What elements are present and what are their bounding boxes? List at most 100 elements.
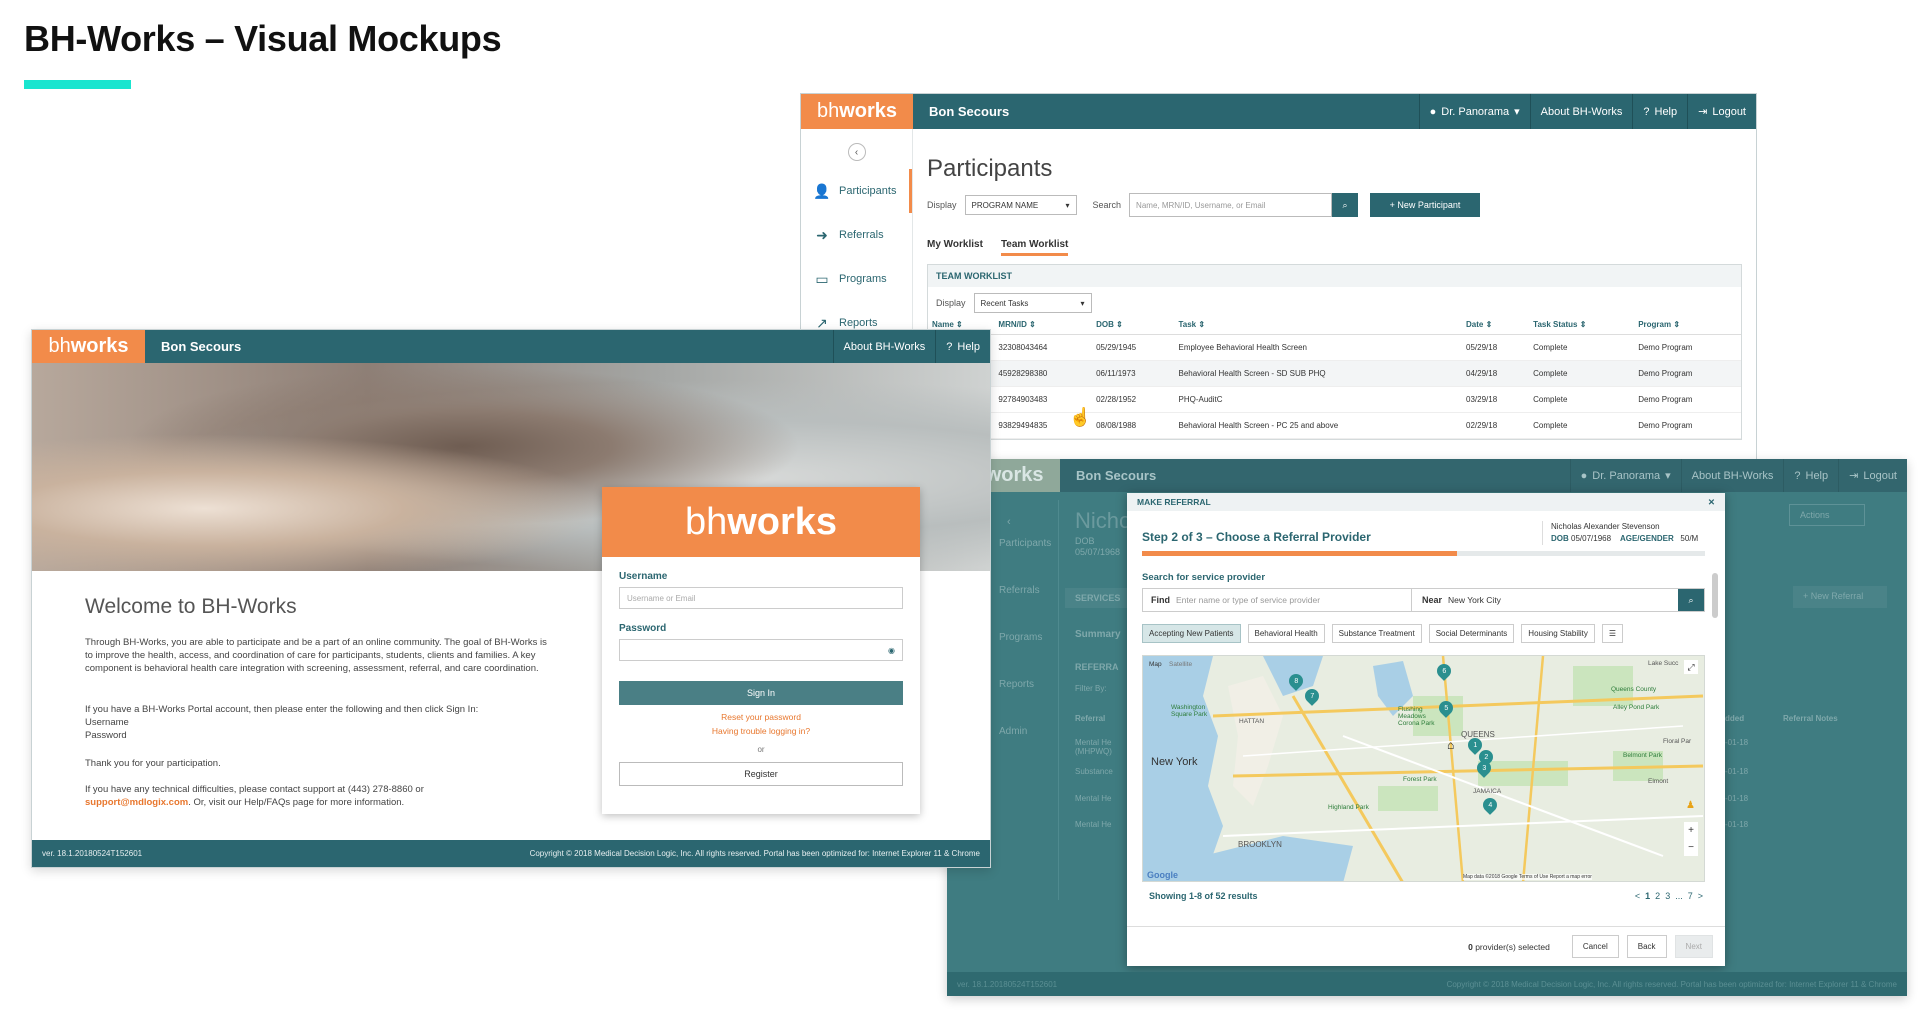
sidebar-item-participants[interactable]: 👤 Participants [801, 169, 912, 213]
caret-down-icon: ▾ [1665, 470, 1671, 482]
table-row[interactable]: nuel9278490348302/28/1952PHQ-AuditC03/29… [928, 386, 1741, 413]
help-link[interactable]: ? Help [1783, 459, 1838, 492]
dob-label: DOB [1075, 536, 1095, 546]
bhworks-logo[interactable]: bhworks [32, 330, 145, 363]
help-link[interactable]: ? Help [1632, 94, 1687, 129]
table-row[interactable]: cholas4592829838006/11/1973Behavioral He… [928, 360, 1741, 387]
close-icon[interactable]: ✕ [1708, 497, 1715, 508]
map-tab-satellite[interactable]: Satellite [1169, 661, 1192, 668]
filter-social-determinants[interactable]: Social Determinants [1428, 624, 1515, 643]
help-icon: ? [1643, 105, 1650, 118]
next-page[interactable]: > [1698, 891, 1703, 901]
column-header[interactable]: MRN/ID ⇕ [994, 315, 1093, 335]
cancel-button[interactable]: Cancel [1571, 935, 1619, 958]
zoom-in-icon[interactable]: + [1688, 825, 1694, 836]
help-link[interactable]: ? Help [935, 330, 990, 363]
next-button[interactable]: Next [1674, 935, 1713, 958]
page-7[interactable]: 7 [1688, 891, 1693, 901]
page-2[interactable]: 2 [1655, 891, 1660, 901]
list-item[interactable]: Substance [1075, 767, 1113, 776]
eye-slash-icon[interactable]: ◉ [888, 646, 895, 655]
sidebar-item-reports[interactable]: Reports [999, 679, 1058, 690]
map-tab-map[interactable]: Map [1149, 661, 1162, 668]
search-icon[interactable]: ⌕ [1678, 589, 1704, 611]
list-item[interactable]: Mental He [1075, 794, 1111, 803]
scrollbar[interactable] [1712, 573, 1718, 618]
near-input[interactable]: New York City [1448, 595, 1678, 605]
sidebar-item-admin[interactable]: Admin [999, 726, 1058, 737]
user-menu[interactable]: ● Dr. Panorama ▾ [1569, 459, 1681, 492]
logout-link[interactable]: ⇥ Logout [1838, 459, 1907, 492]
column-header[interactable]: Task Status ⇕ [1529, 315, 1635, 335]
or-divider: or [757, 745, 765, 754]
date-cell: -01-18 [1725, 738, 1749, 747]
tab-team-worklist[interactable]: Team Worklist [1000, 239, 1069, 256]
new-referral-button[interactable]: + New Referral [1793, 586, 1887, 608]
referral-column: Referral [1075, 714, 1106, 723]
welcome-title: Welcome to BH-Works [85, 595, 297, 618]
date-cell: -01-18 [1725, 767, 1749, 776]
sidebar-item-referrals[interactable]: ➜ Referrals [801, 213, 912, 257]
support-email-link[interactable]: support@mdlogix.com [85, 797, 188, 808]
participant-search-input[interactable]: Name, MRN/ID, Username, or Email [1129, 193, 1333, 217]
program-select[interactable]: PROGRAM NAME ▾ [964, 195, 1077, 215]
services-tab[interactable]: SERVICES [1065, 588, 1135, 608]
tab-my-worklist[interactable]: My Worklist [927, 239, 983, 256]
username-input[interactable]: Username or Email [619, 587, 903, 609]
worklist-title: TEAM WORKLIST [928, 265, 1741, 287]
column-header[interactable]: Date ⇕ [1462, 315, 1530, 335]
prev-page[interactable]: < [1635, 891, 1640, 901]
sidebar-item-programs[interactable]: ▭ Programs [801, 257, 912, 301]
filter-substance-treatment[interactable]: Substance Treatment [1331, 624, 1422, 643]
zoom-out-icon[interactable]: − [1688, 842, 1694, 853]
modal-title: MAKE REFERRAL [1137, 497, 1211, 507]
reset-password-link[interactable]: Reset your password [602, 712, 920, 722]
column-header[interactable]: Program ⇕ [1634, 315, 1741, 335]
filter-housing-stability[interactable]: Housing Stability [1521, 624, 1595, 643]
filter-behavioral-health[interactable]: Behavioral Health [1247, 624, 1325, 643]
table-row[interactable]: 32308043464 05/29/1945 Employee Behavioral… [928, 334, 1741, 361]
sign-in-button[interactable]: Sign In [619, 681, 903, 705]
sidebar-item-referrals[interactable]: Referrals [999, 585, 1058, 596]
results-count: Showing 1-8 of 52 results [1149, 891, 1258, 901]
referrals-panel-title: REFERRA [1075, 662, 1119, 672]
find-input[interactable]: Enter name or type of service provider [1176, 589, 1412, 611]
list-item[interactable]: Mental He (MHPWQ) [1075, 738, 1119, 756]
logout-link[interactable]: ⇥ Logout [1687, 94, 1756, 129]
referrals-icon: ➜ [816, 226, 828, 243]
about-link[interactable]: About BH-Works [832, 330, 936, 363]
column-header[interactable]: DOB ⇕ [1092, 315, 1175, 335]
about-link[interactable]: About BH-Works [1680, 459, 1784, 492]
step-progress-fill [1142, 551, 1458, 556]
password-input[interactable]: ◉ [619, 639, 903, 661]
org-name: Bon Secours [1076, 468, 1157, 483]
map-label: Highland Park [1328, 804, 1369, 811]
participants-icon: 👤 [813, 182, 831, 199]
sidebar-item-participants[interactable]: Participants [999, 538, 1058, 549]
actions-dropdown[interactable]: Actions [1789, 504, 1865, 526]
table-row[interactable]: 93829494835 08/08/1988 Behavioral Health S… [928, 412, 1741, 439]
filter-settings-icon[interactable]: ☰ [1601, 624, 1624, 643]
collapse-sidebar-button[interactable]: ‹ [847, 143, 866, 161]
provider-map[interactable]: Map Satellite New York QUEENS BROOKLYN W… [1142, 655, 1705, 882]
trouble-login-link[interactable]: Having trouble logging in? [602, 726, 920, 736]
about-link[interactable]: About BH-Works [1529, 94, 1633, 129]
map-label: Belmont Park [1623, 752, 1663, 759]
pegman-icon[interactable]: ♟ [1686, 800, 1695, 811]
sidebar-item-programs[interactable]: Programs [999, 632, 1058, 643]
bhworks-logo[interactable]: bhworks [801, 94, 913, 129]
new-participant-button[interactable]: + New Participant [1370, 193, 1481, 217]
list-item[interactable]: Mental He [1075, 820, 1111, 829]
fullscreen-icon[interactable]: ⤢ [1684, 660, 1698, 674]
back-button[interactable]: Back [1626, 935, 1667, 958]
page-3[interactable]: 3 [1665, 891, 1670, 901]
register-button[interactable]: Register [619, 762, 903, 786]
map-label: Floral Par [1663, 738, 1692, 745]
worklist-display-select[interactable]: Recent Tasks ▾ [973, 293, 1092, 313]
search-button[interactable]: ⌕ [1332, 193, 1359, 217]
column-header[interactable]: Task ⇕ [1174, 315, 1463, 335]
title-underline [24, 80, 131, 89]
user-menu[interactable]: ● Dr. Panorama ▾ [1418, 94, 1530, 129]
page-1[interactable]: 1 [1645, 891, 1650, 901]
filter-accepting-new-patients[interactable]: Accepting New Patients [1142, 624, 1241, 643]
